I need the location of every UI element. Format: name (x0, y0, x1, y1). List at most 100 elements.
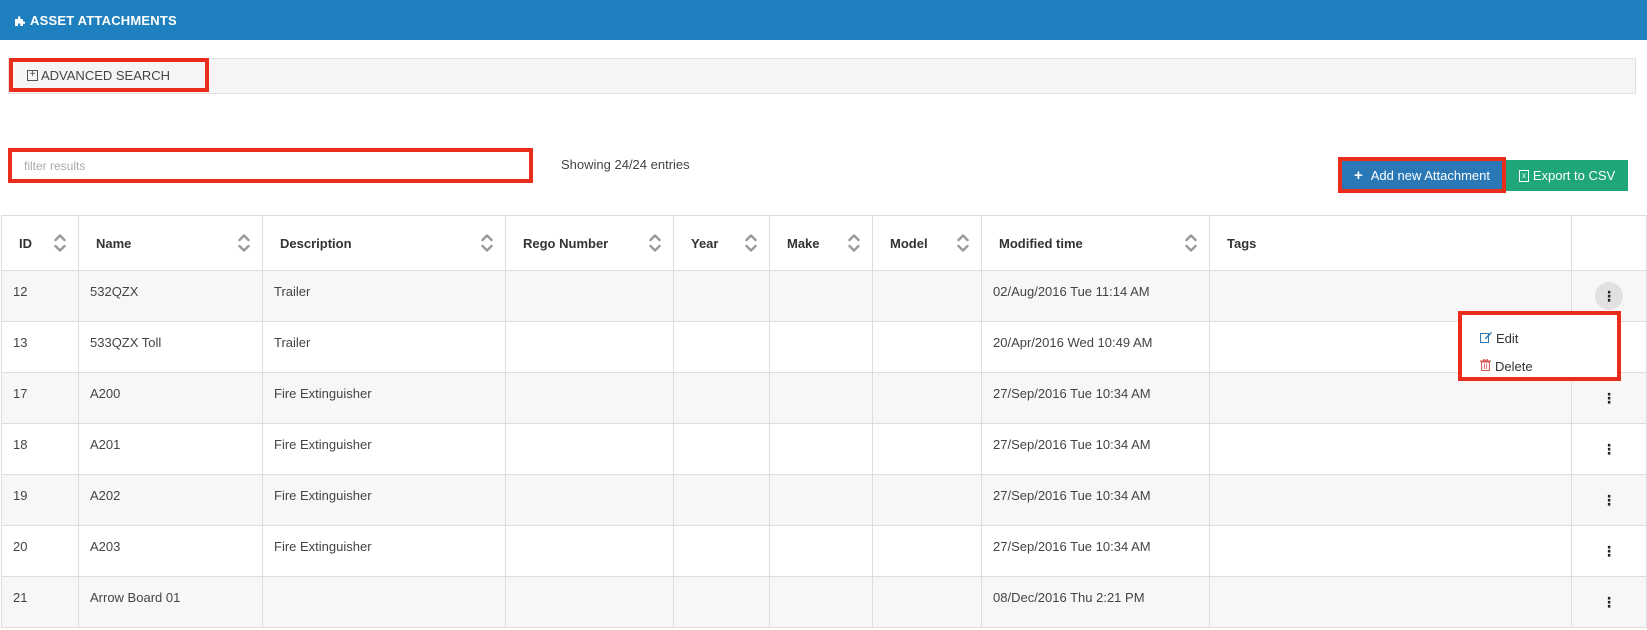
column-header-modified-time[interactable]: Modified time (981, 215, 1210, 271)
row-actions-button[interactable]: ⋮ (1595, 384, 1623, 412)
cell-description (262, 576, 506, 628)
advanced-search-toggle[interactable]: + ADVANCED SEARCH (9, 58, 209, 92)
advanced-search-label: ADVANCED SEARCH (41, 67, 171, 83)
column-header-id[interactable]: ID (1, 215, 79, 271)
add-new-attachment-button[interactable]: + Add new Attachment (1342, 161, 1502, 189)
cell-rego (505, 576, 674, 628)
cell-modified: 02/Aug/2016 Tue 11:14 AM (981, 270, 1210, 322)
edit-label: Edit (1496, 330, 1519, 346)
cell-tags (1209, 525, 1572, 577)
edit-menu-item[interactable]: Edit (1462, 324, 1617, 352)
plus-square-icon: + (27, 69, 38, 81)
cell-name: A203 (78, 525, 263, 577)
column-header-rego-number[interactable]: Rego Number (505, 215, 674, 271)
cell-id: 12 (1, 270, 79, 322)
cell-make (769, 270, 873, 322)
kebab-icon: ⋮ (1602, 288, 1616, 304)
cell-name: 532QZX (78, 270, 263, 322)
sort-icon (1185, 232, 1197, 254)
sort-icon (957, 232, 969, 254)
cell-id: 17 (1, 372, 79, 424)
cell-id: 20 (1, 525, 79, 577)
header-bar: ASSET ATTACHMENTS (0, 0, 1647, 40)
cell-description: Trailer (262, 321, 506, 373)
cell-rego (505, 525, 674, 577)
advanced-search-panel (8, 58, 1636, 94)
cell-year (673, 525, 770, 577)
cell-description: Fire Extinguisher (262, 372, 506, 424)
cell-model (872, 270, 982, 322)
cell-make (769, 576, 873, 628)
cell-tags (1209, 576, 1572, 628)
cell-model (872, 423, 982, 475)
row-actions-button[interactable]: ⋮ (1595, 588, 1623, 616)
column-header-make[interactable]: Make (769, 215, 873, 271)
puzzle-icon (15, 15, 26, 26)
cell-make (769, 423, 873, 475)
plus-icon: + (1353, 166, 1363, 184)
sort-icon (649, 232, 661, 254)
sort-icon (848, 232, 860, 254)
column-header-description[interactable]: Description (262, 215, 506, 271)
cell-rego (505, 270, 674, 322)
cell-id: 19 (1, 474, 79, 526)
sort-icon (481, 232, 493, 254)
table-row: 20 A203 Fire Extinguisher 27/Sep/2016 Tue 1… (1, 525, 1647, 577)
kebab-icon: ⋮ (1602, 390, 1616, 406)
cell-actions: ⋮ (1571, 423, 1647, 475)
row-actions-button[interactable]: ⋮ (1595, 435, 1623, 463)
cell-year (673, 372, 770, 424)
cell-make (769, 321, 873, 373)
cell-description: Fire Extinguisher (262, 474, 506, 526)
column-header-name[interactable]: Name (78, 215, 263, 271)
trash-icon (1480, 358, 1491, 374)
cell-modified: 27/Sep/2016 Tue 10:34 AM (981, 525, 1210, 577)
row-actions-button[interactable]: ⋮ (1595, 537, 1623, 565)
kebab-icon: ⋮ (1602, 594, 1616, 610)
cell-tags (1209, 423, 1572, 475)
cell-modified: 20/Apr/2016 Wed 10:49 AM (981, 321, 1210, 373)
filter-results-input[interactable] (12, 152, 529, 179)
cell-year (673, 423, 770, 475)
cell-make (769, 372, 873, 424)
cell-make (769, 525, 873, 577)
add-attachment-wrapper: + Add new Attachment (1338, 157, 1506, 193)
cell-modified: 27/Sep/2016 Tue 10:34 AM (981, 423, 1210, 475)
table-row: 18 A201 Fire Extinguisher 27/Sep/2016 Tue 1… (1, 423, 1647, 475)
sort-icon (54, 232, 66, 254)
sort-icon (745, 232, 757, 254)
kebab-icon: ⋮ (1602, 543, 1616, 559)
table-header-row: ID Name Description Rego Number Year Mak… (1, 215, 1647, 271)
cell-name: Arrow Board 01 (78, 576, 263, 628)
cell-model (872, 525, 982, 577)
cell-make (769, 474, 873, 526)
delete-menu-item[interactable]: Delete (1462, 352, 1617, 380)
table-row: 12 532QZX Trailer 02/Aug/2016 Tue 11:14 AM ⋮ (1, 270, 1647, 322)
asset-attachments-page: ASSET ATTACHMENTS + ADVANCED SEARCH Show… (0, 0, 1647, 630)
cell-modified: 08/Dec/2016 Thu 2:21 PM (981, 576, 1210, 628)
table-row: 19 A202 Fire Extinguisher 27/Sep/2016 Tue 1… (1, 474, 1647, 526)
cell-rego (505, 372, 674, 424)
column-header-model[interactable]: Model (872, 215, 982, 271)
cell-modified: 27/Sep/2016 Tue 10:34 AM (981, 474, 1210, 526)
row-actions-button[interactable]: ⋮ (1595, 282, 1623, 310)
row-actions-button[interactable]: ⋮ (1595, 486, 1623, 514)
cell-rego (505, 423, 674, 475)
table-row: 17 A200 Fire Extinguisher 27/Sep/2016 Tue 1… (1, 372, 1647, 424)
cell-modified: 27/Sep/2016 Tue 10:34 AM (981, 372, 1210, 424)
cell-actions: ⋮ (1571, 525, 1647, 577)
cell-model (872, 372, 982, 424)
cell-model (872, 321, 982, 373)
kebab-icon: ⋮ (1602, 492, 1616, 508)
column-header-year[interactable]: Year (673, 215, 770, 271)
cell-name: A200 (78, 372, 263, 424)
entries-count: Showing 24/24 entries (561, 157, 690, 172)
cell-id: 21 (1, 576, 79, 628)
cell-id: 13 (1, 321, 79, 373)
cell-year (673, 474, 770, 526)
edit-icon (1480, 331, 1492, 346)
export-csv-button[interactable]: x Export to CSV (1506, 160, 1628, 191)
cell-year (673, 270, 770, 322)
table-row: 13 533QZX Toll Trailer 20/Apr/2016 Wed 10:4… (1, 321, 1647, 373)
filter-field-wrapper (8, 148, 533, 183)
